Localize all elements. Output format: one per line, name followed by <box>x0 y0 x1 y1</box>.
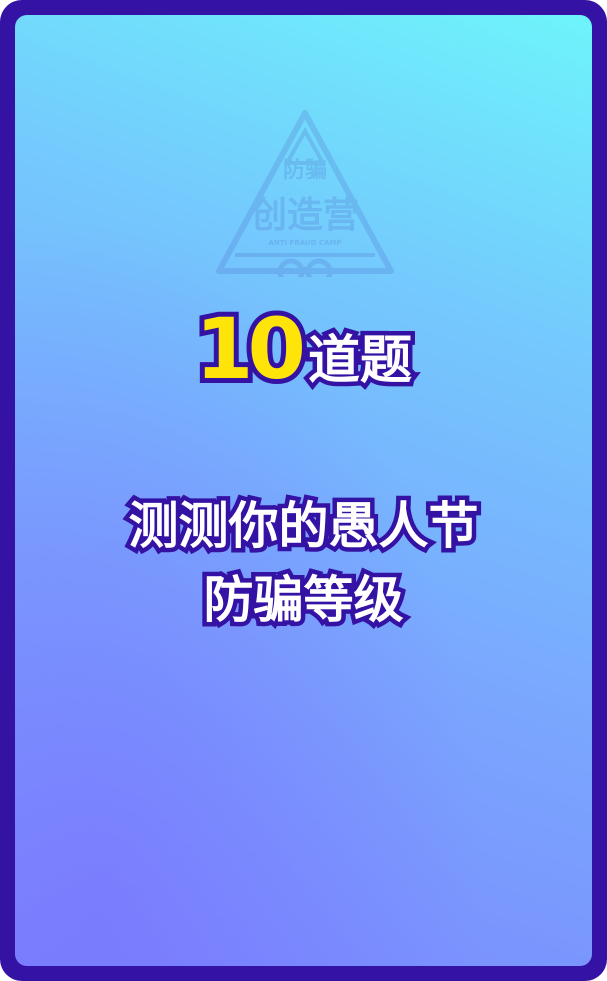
question-count-heading: 10 道题 <box>15 300 592 398</box>
watermark-caption: ANTI FRAUD CAMP <box>268 239 341 247</box>
watermark-line2: 创造营 <box>251 195 359 236</box>
quiz-cover-card[interactable]: 防骗 创造营 ANTI FRAUD CAMP 10 道题 测测你的愚人节 防骗等级 <box>15 15 592 966</box>
question-count-unit: 道题 <box>303 331 416 392</box>
camp-logo-watermark: 防骗 创造营 ANTI FRAUD CAMP <box>216 110 394 277</box>
subtitle-line1: 测测你的愚人节 <box>124 497 483 556</box>
watermark-line1: 防骗 <box>283 157 327 183</box>
subtitle-line2: 防骗等级 <box>199 571 408 630</box>
card-frame: 防骗 创造营 ANTI FRAUD CAMP 10 道题 测测你的愚人节 防骗等级 <box>0 0 607 981</box>
question-count-number: 10 <box>190 300 311 398</box>
